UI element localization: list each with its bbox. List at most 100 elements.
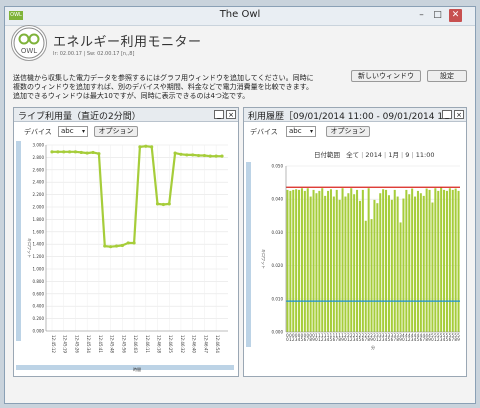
history-bar: [306, 188, 309, 332]
live-usage-panel: ライブ利用量（直近の2分間） _ × デバイス abc ▾ オプション 0.00…: [13, 107, 239, 377]
live-ytick-label: 1.000: [33, 267, 45, 272]
live-device-select[interactable]: abc ▾: [58, 126, 88, 137]
date-range-year[interactable]: 2014: [365, 151, 382, 159]
live-xtick-label: 12:46:40: [192, 335, 197, 353]
history-bar: [370, 219, 373, 332]
live-ytick-label: 1.400: [33, 242, 45, 247]
window-title: The Owl: [219, 9, 261, 20]
live-data-point: [167, 202, 171, 206]
live-data-point: [50, 150, 54, 154]
live-y-axis-label: キロワット: [27, 238, 32, 258]
live-panel-title: ライブ利用量（直近の2分間）: [18, 112, 141, 122]
date-range-time[interactable]: 11:00: [416, 151, 435, 159]
history-bar: [324, 195, 327, 332]
live-data-point: [191, 153, 195, 157]
history-bar: [309, 196, 312, 332]
history-bar: [353, 194, 356, 332]
app-window: OWL The Owl – □ ✕ OWL エネルギー利用モニター Ir: 02…: [4, 6, 476, 404]
live-ytick-label: 0.000: [33, 329, 45, 334]
live-ytick-label: 1.800: [33, 217, 45, 222]
live-data-point: [161, 202, 165, 207]
live-data-point: [114, 244, 119, 248]
history-bar: [332, 196, 335, 332]
description-line-3: 追加できるウィンドウは最大10ですが、同時に表示できるのは4つ迄です。: [13, 92, 250, 100]
history-panel-header: 利用履歴［09/01/2014 11:00 - 09/01/2014 11 _ …: [244, 108, 466, 122]
live-ytick-label: 2.000: [33, 205, 45, 210]
history-bar: [445, 190, 448, 332]
date-range-all[interactable]: 全て: [346, 151, 359, 159]
history-bar: [303, 190, 306, 332]
date-range-month[interactable]: 1月: [388, 151, 399, 159]
live-data-point: [126, 241, 130, 245]
live-data-point: [214, 154, 218, 158]
history-ytick-label: 0.010: [272, 296, 284, 301]
history-bar: [425, 188, 428, 332]
history-device-select[interactable]: abc ▾: [286, 126, 316, 137]
history-bar: [361, 189, 364, 332]
history-close-icon[interactable]: ×: [454, 110, 464, 119]
history-bar: [385, 189, 388, 332]
live-ytick-label: 0.600: [33, 291, 45, 296]
live-ytick-label: 2.400: [33, 180, 45, 185]
live-device-label: デバイス: [24, 128, 52, 136]
history-bar: [396, 196, 399, 332]
history-bar: [295, 189, 298, 332]
chevron-down-icon: ▾: [81, 128, 85, 135]
history-ytick-label: 0.040: [272, 197, 284, 202]
history-bar: [286, 189, 289, 332]
live-data-point: [138, 145, 142, 149]
history-bar: [364, 220, 367, 332]
history-bar: [405, 189, 408, 332]
live-data-point: [220, 154, 224, 158]
live-data-point: [91, 150, 95, 155]
history-bar: [414, 196, 417, 332]
live-options-button[interactable]: オプション: [94, 126, 138, 137]
live-xtick-label: 12:46:11: [145, 335, 150, 353]
history-bar: [358, 200, 361, 332]
live-ytick-label: 3.000: [33, 143, 45, 148]
live-data-point: [173, 151, 177, 155]
live-ytick-label: 1.600: [33, 229, 45, 234]
history-xtick-label-bottom: 9: [457, 337, 460, 342]
history-options-button[interactable]: オプション: [326, 126, 370, 137]
live-ytick-label: 2.800: [33, 155, 45, 160]
maximize-icon[interactable]: □: [431, 9, 444, 22]
history-bar: [428, 189, 431, 332]
history-bar: [292, 189, 295, 332]
close-icon[interactable]: ✕: [449, 9, 462, 22]
live-panel-header: ライブ利用量（直近の2分間） _ ×: [14, 108, 238, 122]
live-data-point: [202, 153, 207, 158]
title-bar[interactable]: OWL The Owl – □ ✕: [5, 7, 475, 26]
history-bar: [387, 195, 390, 332]
history-bar: [350, 188, 353, 332]
date-range-label: 日付範囲: [314, 151, 340, 159]
live-xtick-label: 12:45:12: [51, 335, 56, 353]
live-close-icon[interactable]: ×: [226, 110, 236, 119]
history-bar: [451, 189, 454, 332]
history-bar: [419, 193, 422, 332]
history-device-value: abc: [289, 127, 302, 135]
history-panel-title: 利用履歴［09/01/2014 11:00 - 09/01/2014 11: [248, 112, 444, 122]
history-bar: [312, 189, 315, 332]
live-ytick-label: 2.600: [33, 167, 45, 172]
live-data-point: [179, 152, 183, 156]
history-bar: [408, 194, 411, 332]
history-bar: [338, 199, 341, 332]
live-xtick-label: 12:46:32: [180, 335, 185, 353]
live-minimize-icon[interactable]: _: [214, 110, 224, 119]
live-data-point: [97, 152, 101, 156]
history-bar: [440, 187, 443, 332]
history-bar: [335, 189, 338, 332]
live-xtick-label: 12:46:54: [215, 335, 220, 353]
settings-button[interactable]: 設定: [427, 70, 467, 82]
date-range-day[interactable]: 9: [405, 151, 409, 159]
history-bar: [382, 189, 385, 332]
history-bar: [289, 190, 292, 332]
minimize-icon[interactable]: –: [415, 9, 428, 22]
live-xtick-label: 12:45:48: [110, 335, 115, 353]
version-text: Ir: 02.00.17 | Sw: 02.00.17 [n,,8]: [53, 51, 135, 57]
history-minimize-icon[interactable]: _: [442, 110, 452, 119]
history-ytick-label: 0.050: [272, 164, 284, 169]
live-xtick-label: 12:46:25: [168, 335, 173, 353]
new-window-button[interactable]: 新しいウィンドウ: [351, 70, 421, 82]
